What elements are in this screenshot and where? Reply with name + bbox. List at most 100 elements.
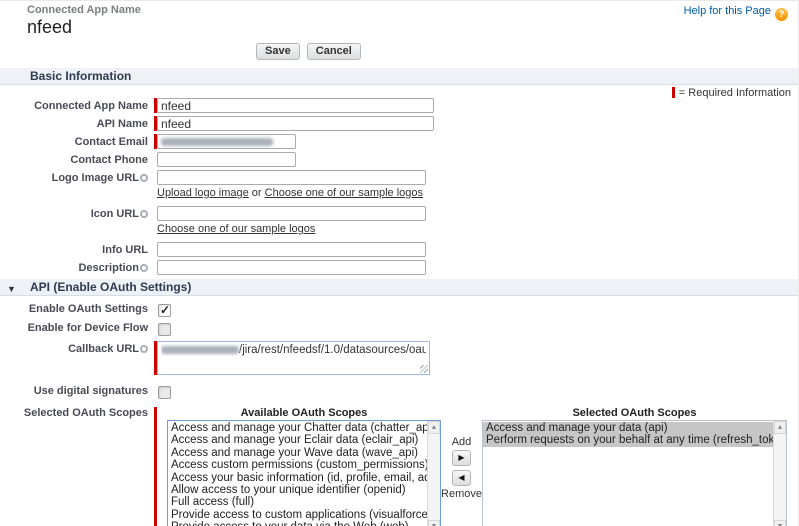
icon-url-label: Icon URL — [0, 206, 148, 220]
available-scopes-scrollbar[interactable]: ▲ ▼ — [427, 421, 440, 526]
section-collapse-icon[interactable]: ▼ — [7, 281, 16, 297]
available-scopes-column: Available OAuth Scopes Access and manage… — [167, 407, 441, 526]
scroll-down-icon[interactable]: ▼ — [428, 520, 440, 526]
row-contact-email: Contact Email — [0, 134, 798, 149]
remove-label: Remove — [441, 488, 482, 500]
description-label: Description — [0, 260, 148, 274]
row-info-url: Info URL — [0, 242, 798, 257]
oauth-form: Enable OAuth Settings Enable for Device … — [0, 303, 798, 526]
scroll-up-icon[interactable]: ▲ — [774, 421, 786, 434]
available-scope-option[interactable]: Provide access to your data via the Web … — [168, 521, 427, 526]
callback-url-label: Callback URL — [0, 341, 148, 355]
api-name-input[interactable] — [157, 116, 434, 131]
choose-sample-icon-link[interactable]: Choose one of our sample logos — [157, 223, 315, 235]
selected-scopes-options: Access and manage your data (api)Perform… — [483, 421, 773, 526]
row-icon-url: Icon URL Choose one of our sample logos — [0, 206, 798, 239]
row-enable-device-flow: Enable for Device Flow — [0, 322, 798, 336]
info-icon[interactable] — [140, 345, 148, 353]
info-icon[interactable] — [140, 174, 148, 182]
info-url-input[interactable] — [157, 242, 426, 257]
oauth-scopes-duallist: Available OAuth Scopes Access and manage… — [154, 407, 787, 526]
selected-scopes-listbox[interactable]: Access and manage your data (api)Perform… — [482, 420, 787, 526]
section-oauth-title: API (Enable OAuth Settings) — [30, 280, 191, 294]
resize-handle-icon[interactable] — [420, 365, 428, 373]
add-scope-button[interactable]: ▶ — [452, 450, 471, 466]
selected-scopes-header: Selected OAuth Scopes — [482, 407, 787, 419]
scopes-move-controls: Add ▶ ◀ Remove — [441, 407, 482, 526]
contact-phone-input[interactable] — [157, 152, 296, 167]
row-selected-oauth-scopes: Selected OAuth Scopes Available OAuth Sc… — [0, 407, 798, 526]
logo-image-url-label: Logo Image URL — [0, 170, 148, 184]
remove-arrow-icon: ◀ — [458, 473, 464, 482]
available-scope-option[interactable]: Access your basic information (id, profi… — [168, 472, 427, 484]
selected-scope-option[interactable]: Perform requests on your behalf at any t… — [483, 434, 773, 446]
logo-image-url-input[interactable] — [157, 170, 426, 185]
api-name-label: API Name — [0, 116, 148, 130]
add-label: Add — [452, 436, 472, 448]
or-text: or — [252, 187, 262, 199]
contact-email-input[interactable] — [157, 134, 296, 149]
info-url-label: Info URL — [0, 242, 148, 256]
row-contact-phone: Contact Phone — [0, 152, 798, 167]
section-basic-information: Basic Information — [0, 68, 798, 85]
scroll-down-icon[interactable]: ▼ — [774, 520, 786, 526]
toolbar: Save Cancel — [0, 43, 798, 61]
available-scope-option[interactable]: Access and manage your Chatter data (cha… — [168, 422, 427, 434]
available-scope-option[interactable]: Access and manage your Wave data (wave_a… — [168, 447, 427, 459]
redacted-email-value — [161, 138, 273, 146]
row-logo-image-url: Logo Image URL Upload logo image or Choo… — [0, 170, 798, 203]
scroll-up-icon[interactable]: ▲ — [428, 421, 440, 434]
description-input[interactable] — [157, 260, 426, 275]
required-bar-icon — [672, 87, 675, 98]
required-legend-text: = Required Information — [679, 87, 791, 99]
info-icon[interactable] — [140, 264, 148, 272]
upload-logo-link[interactable]: Upload logo image — [157, 187, 249, 199]
cancel-button[interactable]: Cancel — [307, 43, 361, 60]
callback-url-textarea[interactable]: /jira/rest/nfeedsf/1.0/datasources/oauth… — [157, 341, 430, 375]
row-callback-url: Callback URL /jira/rest/nfeedsf/1.0/data… — [0, 341, 798, 375]
help-icon[interactable]: ? — [775, 8, 788, 21]
row-enable-oauth: Enable OAuth Settings — [0, 303, 798, 317]
selected-oauth-scopes-label: Selected OAuth Scopes — [0, 407, 148, 419]
contact-phone-label: Contact Phone — [0, 152, 148, 166]
save-button[interactable]: Save — [256, 43, 300, 60]
row-api-name: API Name — [0, 116, 798, 131]
entity-type-label: Connected App Name — [27, 4, 790, 16]
help-area: Help for this Page? — [684, 5, 788, 21]
selected-scopes-column: Selected OAuth Scopes Access and manage … — [482, 407, 787, 526]
icon-url-input[interactable] — [157, 206, 426, 221]
info-icon[interactable] — [140, 210, 148, 218]
available-scope-option[interactable]: Full access (full) — [168, 496, 427, 508]
available-scope-option[interactable]: Access custom permissions (custom_permis… — [168, 459, 427, 471]
required-legend: = Required Information — [0, 85, 798, 98]
selected-scope-option[interactable]: Access and manage your data (api) — [483, 422, 773, 434]
connected-app-name-label: Connected App Name — [0, 98, 148, 112]
redacted-host-value — [161, 346, 239, 354]
use-digital-signatures-checkbox[interactable] — [158, 386, 171, 399]
available-scopes-listbox[interactable]: Access and manage your Chatter data (cha… — [167, 420, 441, 526]
use-digital-signatures-label: Use digital signatures — [0, 385, 148, 397]
help-link[interactable]: Help for this Page — [684, 5, 771, 17]
icon-links: Choose one of our sample logos — [157, 223, 426, 235]
remove-scope-button[interactable]: ◀ — [452, 470, 471, 486]
choose-sample-logo-link[interactable]: Choose one of our sample logos — [265, 187, 423, 199]
connected-app-name-input[interactable] — [157, 98, 434, 113]
row-connected-app-name: Connected App Name — [0, 98, 798, 113]
available-scope-option[interactable]: Allow access to your unique identifier (… — [168, 484, 427, 496]
available-scopes-header: Available OAuth Scopes — [167, 407, 441, 419]
available-scope-option[interactable]: Provide access to custom applications (v… — [168, 509, 427, 521]
connected-app-edit-page: Connected App Name nfeed Help for this P… — [0, 0, 799, 526]
callback-url-visible-text: /jira/rest/nfeedsf/1.0/datasources/oauth… — [239, 344, 426, 356]
enable-device-flow-label: Enable for Device Flow — [0, 322, 148, 334]
contact-email-label: Contact Email — [0, 134, 148, 148]
row-use-digital-signatures: Use digital signatures — [0, 385, 798, 399]
enable-oauth-checkbox[interactable] — [158, 304, 171, 317]
section-basic-title: Basic Information — [30, 69, 131, 83]
available-scope-option[interactable]: Access and manage your Eclair data (ecla… — [168, 434, 427, 446]
selected-scopes-scrollbar[interactable]: ▲ ▼ — [773, 421, 786, 526]
section-oauth: ▼ API (Enable OAuth Settings) — [0, 279, 798, 296]
row-description: Description — [0, 260, 798, 275]
page-header: Connected App Name nfeed Help for this P… — [0, 1, 798, 38]
enable-device-flow-checkbox[interactable] — [158, 323, 171, 336]
page-title: nfeed — [27, 17, 790, 38]
